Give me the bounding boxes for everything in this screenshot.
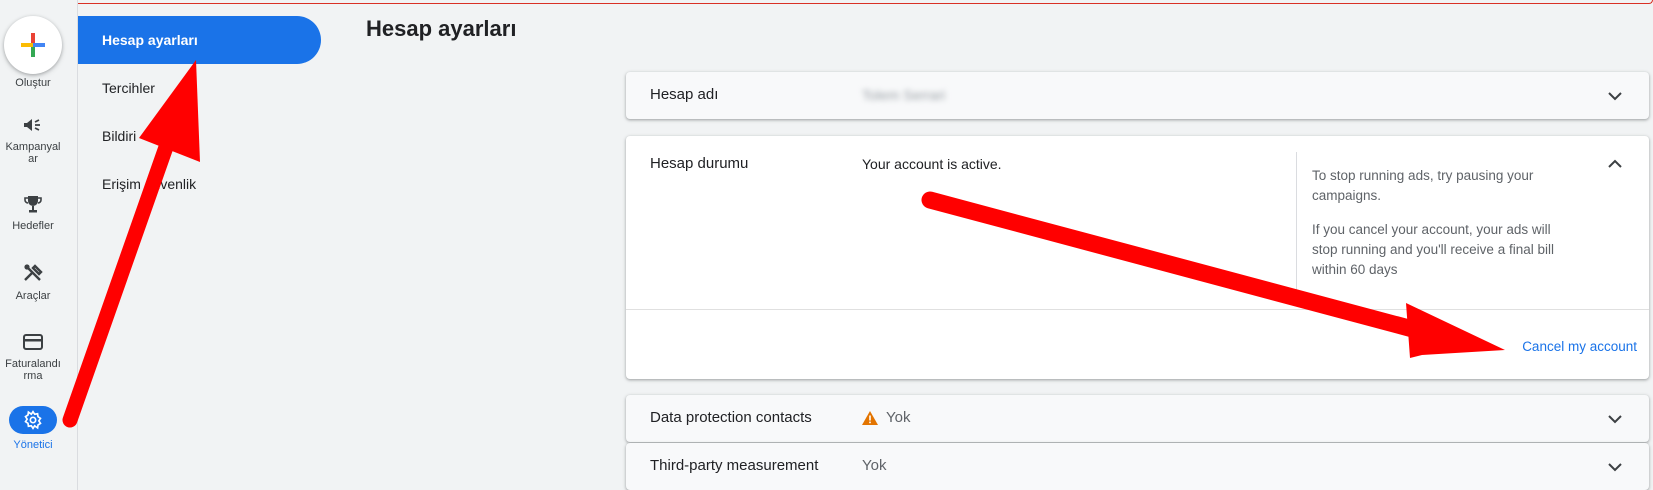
account-name-card[interactable]: Hesap adı Tolem Serrari xyxy=(626,72,1649,119)
third-party-value: Yok xyxy=(862,457,887,474)
subnav-item-account-settings[interactable]: Hesap ayarları xyxy=(78,16,321,64)
trophy-icon xyxy=(24,196,42,213)
rail-item-admin[interactable]: Yönetici xyxy=(0,406,66,451)
account-status-text: Your account is active. xyxy=(862,156,1002,172)
account-status-card: Hesap durumu Your account is active. To … xyxy=(626,136,1649,379)
rail-item-label: Kampanyal ar xyxy=(5,141,61,165)
chevron-down-icon[interactable] xyxy=(1605,457,1625,477)
rail-item-tools[interactable]: Araçlar xyxy=(0,262,66,302)
info-cancel-text: If you cancel your account, your ads wil… xyxy=(1312,222,1554,277)
subnav-item-notifications[interactable]: Bildiri xyxy=(78,112,321,160)
card-title: Hesap adı xyxy=(650,86,719,103)
warning-icon xyxy=(862,411,878,425)
subnav-item-preferences[interactable]: Tercihler xyxy=(78,64,321,112)
gear-icon xyxy=(24,410,42,430)
plus-icon xyxy=(21,33,45,57)
settings-subnav: Hesap ayarları Tercihler Bildiri Erişim … xyxy=(78,0,330,490)
data-protection-card[interactable]: Data protection contacts Yok xyxy=(626,395,1649,442)
info-divider xyxy=(1296,152,1297,297)
chevron-up-icon[interactable] xyxy=(1605,154,1625,174)
card-title: Third-party measurement xyxy=(650,457,819,474)
rail-item-goals[interactable]: Hedefler xyxy=(0,192,66,232)
chevron-down-icon[interactable] xyxy=(1605,409,1625,429)
admin-pill xyxy=(9,406,57,434)
third-party-card[interactable]: Third-party measurement Yok xyxy=(626,443,1649,490)
data-protection-value: Yok xyxy=(886,409,911,426)
chevron-down-icon[interactable] xyxy=(1605,86,1625,106)
tools-icon xyxy=(24,264,43,281)
rail-item-campaigns[interactable]: Kampanyal ar xyxy=(0,113,66,165)
rail-item-label: Hedefler xyxy=(12,220,54,232)
cancel-account-link[interactable]: Cancel my account xyxy=(1522,339,1637,354)
create-label: Oluştur xyxy=(15,77,51,89)
page-title: Hesap ayarları xyxy=(366,16,517,41)
megaphone-icon xyxy=(24,119,40,131)
account-name-value: Tolem Serrari xyxy=(862,87,946,103)
card-title: Hesap durumu xyxy=(650,155,749,172)
credit-card-icon xyxy=(23,334,43,350)
subnav-item-access-security[interactable]: Erişim güvenlik xyxy=(78,160,321,208)
info-pause-text: To stop running ads, try pausing your ca… xyxy=(1312,168,1534,203)
rail-item-billing[interactable]: Faturalandı rma xyxy=(0,330,66,382)
card-divider xyxy=(626,309,1649,310)
create-button[interactable] xyxy=(4,16,62,74)
rail-item-label: Araçlar xyxy=(15,290,51,302)
card-title: Data protection contacts xyxy=(650,409,812,426)
rail-item-label: Faturalandı rma xyxy=(5,358,61,382)
rail-item-label: Yönetici xyxy=(13,439,53,451)
left-rail: Oluştur Kampanyal ar Hedefler Araçlar Fa… xyxy=(0,0,78,490)
